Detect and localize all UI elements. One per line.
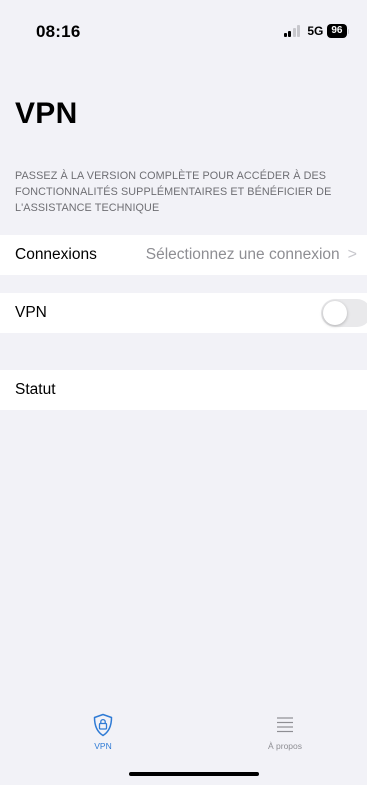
status-label: Statut	[15, 381, 56, 398]
page-title: VPN	[15, 97, 78, 130]
tab-vpn-label: VPN	[94, 741, 112, 751]
tab-vpn[interactable]: VPN	[63, 713, 143, 751]
upgrade-note: PASSEZ À LA VERSION COMPLÈTE POUR ACCÉDE…	[15, 170, 332, 214]
list-icon	[277, 717, 293, 733]
tab-about-label: À propos	[267, 741, 303, 751]
battery-level: 96	[327, 24, 347, 38]
status-indicators: 5G 96	[283, 23, 349, 39]
connections-value: Sélectionnez une connexion >	[146, 246, 357, 264]
lock-shield-icon	[93, 713, 113, 737]
battery-icon: 96	[327, 24, 349, 38]
toggle-knob	[323, 301, 347, 325]
vpn-toggle[interactable]	[321, 299, 367, 327]
status-row: Statut	[0, 370, 367, 410]
cellular-signal-icon	[283, 25, 301, 37]
status-bar: 08:16 5G 96	[0, 0, 367, 60]
home-indicator[interactable]	[129, 772, 259, 776]
chevron-right-icon: >	[347, 246, 357, 263]
connection-placeholder: Sélectionnez une connexion	[145, 246, 340, 263]
connections-label: Connexions	[15, 246, 97, 263]
vpn-row: VPN	[0, 293, 367, 333]
status-time: 08:16	[36, 22, 81, 41]
connections-row[interactable]: Connexions Sélectionnez une connexion >	[0, 235, 367, 275]
tab-about[interactable]: À propos	[245, 713, 325, 751]
vpn-label: VPN	[15, 304, 47, 321]
network-type: 5G	[307, 24, 324, 38]
